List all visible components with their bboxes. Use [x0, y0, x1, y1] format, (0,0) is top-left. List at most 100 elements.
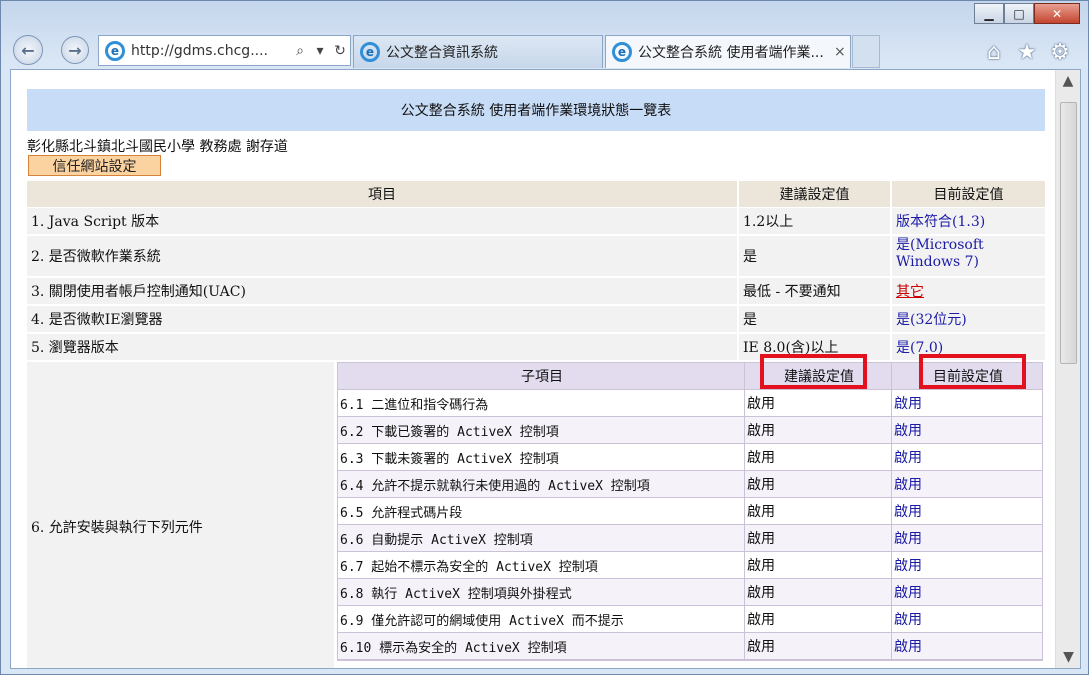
sub-row-item: 6.10 標示為安全的 ActiveX 控制項 — [338, 633, 745, 659]
sub-table-row: 6.4 允許不提示就執行未使用過的 ActiveX 控制項 啟用 啟用 — [338, 471, 1042, 498]
row-item: 2. 是否微軟作業系統 — [27, 236, 739, 276]
refresh-icon[interactable]: ↻ — [330, 43, 350, 59]
ie-logo-icon: e — [105, 40, 125, 61]
header-item: 項目 — [27, 181, 739, 207]
highlight-recommended — [760, 354, 867, 389]
sub-table-row: 6.6 自動提示 ActiveX 控制項 啟用 啟用 — [338, 525, 1042, 552]
sub-row-current: 啟用 — [894, 639, 922, 655]
ie-logo-icon: e — [612, 42, 632, 62]
window-controls: ▁ □ ✕ — [974, 3, 1080, 24]
trust-site-settings-button[interactable]: 信任網站設定 — [28, 155, 161, 176]
close-window-button[interactable]: ✕ — [1034, 3, 1080, 24]
tab-label: 公文整合系統 使用者端作業... — [638, 45, 824, 61]
sub-row-item: 6.4 允許不提示就執行未使用過的 ActiveX 控制項 — [338, 471, 745, 497]
sub-row-current: 啟用 — [894, 423, 922, 439]
sub-row-recommended: 啟用 — [745, 498, 892, 524]
sub-row-current: 啟用 — [894, 504, 922, 520]
scroll-up-arrow[interactable]: ▲ — [1056, 70, 1080, 92]
sub-row-item: 6.6 自動提示 ActiveX 控制項 — [338, 525, 745, 551]
close-tab-icon[interactable]: × — [834, 44, 850, 60]
sub-items-table: 子項目 建議設定值 目前設定值 6.1 二進位和指令碼行為 啟用 啟用 6.2 下載已… — [337, 362, 1043, 661]
url-text[interactable]: http://gdms.chcg.... — [131, 43, 290, 59]
row-item: 3. 關閉使用者帳戶控制通知(UAC) — [27, 278, 739, 304]
sub-row-current: 啟用 — [894, 477, 922, 493]
ie-logo-icon: e — [360, 42, 380, 62]
sub-table-row: 6.8 執行 ActiveX 控制項與外掛程式 啟用 啟用 — [338, 579, 1042, 606]
forward-button[interactable]: → — [61, 36, 89, 64]
sub-row-item: 6.2 下載已簽署的 ActiveX 控制項 — [338, 417, 745, 443]
back-icon: ← — [21, 40, 35, 60]
sub-row-recommended: 啟用 — [745, 417, 892, 443]
sub-row-recommended: 啟用 — [745, 552, 892, 578]
sub-row-recommended: 啟用 — [745, 390, 892, 416]
row-recommended: 1.2以上 — [739, 208, 892, 234]
sub-row-item: 6.3 下載未簽署的 ActiveX 控制項 — [338, 444, 745, 470]
page-title: 公文整合系統 使用者端作業環境狀態一覽表 — [27, 89, 1045, 131]
row-recommended: 是 — [739, 236, 892, 276]
browser-window: ▁ □ ✕ ← → e http://gdms.chcg.... ⌕ ▾ ↻ e… — [0, 0, 1089, 675]
page-viewport: 公文整合系統 使用者端作業環境狀態一覽表 彰化縣北斗鎮北斗國民小學 教務處 謝存… — [10, 69, 1081, 669]
row-current: 版本符合(1.3) — [892, 208, 1045, 234]
back-button[interactable]: ← — [13, 35, 43, 65]
row-current-link[interactable]: 其它 — [896, 281, 924, 301]
row-current: 是(32位元) — [892, 306, 1045, 332]
sub-row-item: 6.8 執行 ActiveX 控制項與外掛程式 — [338, 579, 745, 605]
home-icon[interactable]: ⌂ — [981, 39, 1007, 65]
tab-label: 公文整合資訊系統 — [386, 45, 498, 61]
tab-environment-status[interactable]: e 公文整合系統 使用者端作業... × — [605, 35, 851, 68]
table-row: 2. 是否微軟作業系統 是 是(Microsoft Windows 7) — [27, 236, 1045, 276]
tab-gdms[interactable]: e 公文整合資訊系統 — [353, 35, 603, 68]
search-icon[interactable]: ⌕ — [290, 43, 310, 59]
table-row: 4. 是否微軟IE瀏覽器 是 是(32位元) — [27, 306, 1045, 332]
row-current: 是(Microsoft Windows 7) — [892, 236, 1045, 276]
row-item: 4. 是否微軟IE瀏覽器 — [27, 306, 739, 332]
row-recommended: 是 — [739, 306, 892, 332]
favorites-star-icon[interactable]: ★ — [1014, 39, 1040, 65]
sub-row-recommended: 啟用 — [745, 579, 892, 605]
org-user-info: 彰化縣北斗鎮北斗國民小學 教務處 謝存道 — [27, 139, 288, 155]
vertical-scrollbar[interactable]: ▲ ▼ — [1055, 70, 1080, 668]
sub-row-current: 啟用 — [894, 612, 922, 628]
table-row: 3. 關閉使用者帳戶控制通知(UAC) 最低 - 不要通知 其它 — [27, 278, 1045, 304]
sub-row-current: 啟用 — [894, 558, 922, 574]
row-item: 1. Java Script 版本 — [27, 208, 739, 234]
settings-gear-icon[interactable]: ⚙ — [1047, 39, 1073, 65]
row-item: 5. 瀏覽器版本 — [27, 334, 739, 360]
scroll-down-arrow[interactable]: ▼ — [1056, 646, 1080, 668]
sub-table-row: 6.5 允許程式碼片段 啟用 啟用 — [338, 498, 1042, 525]
section-6-label: 6. 允許安裝與執行下列元件 — [27, 362, 334, 668]
sub-row-recommended: 啟用 — [745, 471, 892, 497]
sub-table-row: 6.7 起始不標示為安全的 ActiveX 控制項 啟用 啟用 — [338, 552, 1042, 579]
minimize-button[interactable]: ▁ — [974, 3, 1004, 24]
sub-row-current: 啟用 — [894, 450, 922, 466]
new-tab-button[interactable] — [852, 35, 880, 68]
sub-table-row: 6.10 標示為安全的 ActiveX 控制項 啟用 啟用 — [338, 633, 1042, 660]
sub-row-item: 6.5 允許程式碼片段 — [338, 498, 745, 524]
address-bar[interactable]: e http://gdms.chcg.... ⌕ ▾ ↻ — [98, 35, 351, 66]
sub-row-current: 啟用 — [894, 396, 922, 412]
dropdown-icon[interactable]: ▾ — [310, 43, 330, 59]
sub-row-recommended: 啟用 — [745, 525, 892, 551]
scroll-thumb[interactable] — [1060, 102, 1077, 364]
sub-row-item: 6.9 僅允許認可的網域使用 ActiveX 而不提示 — [338, 606, 745, 632]
table-row: 5. 瀏覽器版本 IE 8.0(含)以上 是(7.0) — [27, 334, 1045, 360]
sub-row-recommended: 啟用 — [745, 606, 892, 632]
maximize-button[interactable]: □ — [1004, 3, 1034, 24]
sub-table-row: 6.3 下載未簽署的 ActiveX 控制項 啟用 啟用 — [338, 444, 1042, 471]
sub-row-recommended: 啟用 — [745, 444, 892, 470]
sub-row-current: 啟用 — [894, 531, 922, 547]
row-recommended: 最低 - 不要通知 — [739, 278, 892, 304]
table-header: 項目 建議設定值 目前設定值 — [27, 181, 1045, 207]
highlight-current — [919, 354, 1026, 389]
sub-header-item: 子項目 — [338, 363, 745, 389]
header-current: 目前設定值 — [892, 181, 1045, 207]
header-recommended: 建議設定值 — [739, 181, 892, 207]
table-row: 1. Java Script 版本 1.2以上 版本符合(1.3) — [27, 208, 1045, 234]
sub-table-row: 6.9 僅允許認可的網域使用 ActiveX 而不提示 啟用 啟用 — [338, 606, 1042, 633]
sub-row-current: 啟用 — [894, 585, 922, 601]
sub-table-row: 6.2 下載已簽署的 ActiveX 控制項 啟用 啟用 — [338, 417, 1042, 444]
sub-row-item: 6.7 起始不標示為安全的 ActiveX 控制項 — [338, 552, 745, 578]
section-6: 6. 允許安裝與執行下列元件 子項目 建議設定值 目前設定值 6.1 二進位和指… — [27, 362, 1045, 668]
sub-table-row: 6.1 二進位和指令碼行為 啟用 啟用 — [338, 390, 1042, 417]
sub-row-item: 6.1 二進位和指令碼行為 — [338, 390, 745, 416]
